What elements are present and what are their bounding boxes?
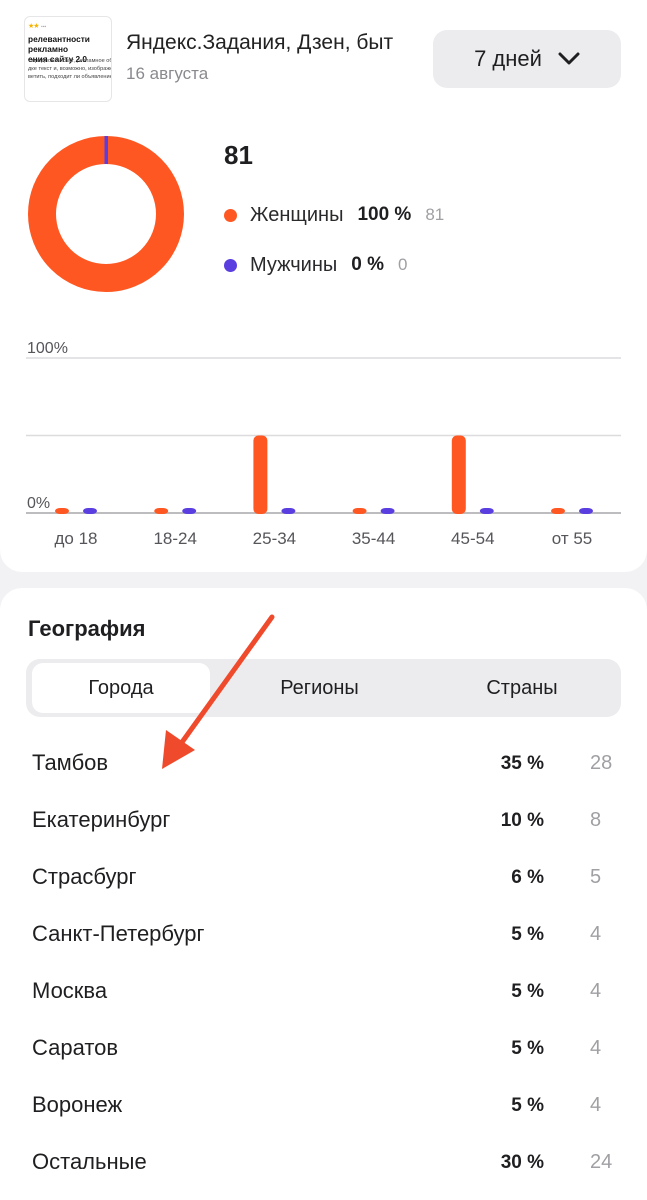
women-dot-icon (224, 208, 237, 222)
bar-men (182, 508, 197, 514)
city-row: Екатеринбург 10 % 8 (0, 801, 647, 841)
bar-women (55, 508, 69, 514)
x-tick-label: 45-54 (451, 529, 494, 548)
city-count: 28 (590, 752, 613, 774)
x-tick-label: 18-24 (153, 529, 196, 548)
city-percent: 30 % (500, 1152, 544, 1173)
legend-label: Женщины (250, 203, 344, 226)
city-count: 4 (590, 1037, 602, 1059)
city-name: Остальные (32, 1149, 147, 1174)
period-label: 7 дней (474, 46, 542, 71)
bar-women (154, 508, 169, 514)
city-percent: 35 % (500, 753, 544, 774)
x-tick-label: от 55 (552, 529, 593, 548)
city-row: Остальные 30 % 24 (0, 1143, 647, 1183)
thumbnail-body: т предложен сайт, рекламное объ дке текс… (28, 58, 112, 80)
donut-segment-men (104, 136, 108, 164)
city-count: 5 (590, 866, 602, 888)
legend-label: Мужчины (250, 253, 338, 276)
rating-stars-icon: ★★ (28, 23, 40, 30)
city-row: Саратов 5 % 4 (0, 1029, 647, 1069)
city-name: Тамбов (32, 750, 109, 775)
geography-title: География (28, 616, 146, 641)
legend-row-women: Женщины 100 % 81 (224, 203, 444, 227)
city-count: 24 (590, 1151, 613, 1173)
period-dropdown[interactable]: 7 дней (433, 30, 621, 88)
bar-men (579, 508, 593, 514)
city-name: Екатеринбург (32, 807, 171, 832)
city-count: 8 (590, 809, 602, 831)
task-date: 16 августа (126, 64, 209, 83)
legend-percent: 0 % (351, 254, 385, 275)
y-tick-label: 0% (27, 495, 50, 512)
bar-women (352, 508, 367, 514)
city-count: 4 (590, 923, 602, 945)
tab-regions[interactable]: Регионы (221, 663, 418, 713)
chevron-down-icon (558, 52, 580, 65)
city-percent: 5 % (511, 981, 544, 1002)
tab-countries[interactable]: Страны (424, 663, 620, 713)
donut-segment-women (28, 136, 184, 292)
city-count: 4 (590, 1094, 602, 1116)
legend-count: 81 (425, 205, 445, 224)
city-name: Воронеж (32, 1092, 123, 1117)
city-percent: 10 % (500, 810, 544, 831)
city-name: Санкт-Петербург (32, 921, 205, 946)
x-tick-label: 25-34 (253, 529, 296, 548)
bar-men (281, 508, 296, 514)
bar-men (380, 508, 395, 514)
task-title: Яндекс.Задания, Дзен, быт (126, 31, 394, 54)
city-name: Саратов (32, 1035, 119, 1060)
legend-row-men: Мужчины 0 % 0 (224, 253, 408, 277)
bar-women (551, 508, 565, 514)
bar-women (253, 435, 268, 514)
bar-men (479, 508, 494, 514)
city-percent: 5 % (511, 1038, 544, 1059)
city-name: Страсбург (32, 864, 137, 889)
city-count: 4 (590, 980, 602, 1002)
men-dot-icon (224, 258, 237, 272)
city-row: Москва 5 % 4 (0, 972, 647, 1012)
audience-total: 81 (224, 140, 253, 170)
bar-men (83, 508, 97, 514)
bar-women (451, 435, 466, 514)
city-row: Санкт-Петербург 5 % 4 (0, 915, 647, 955)
city-percent: 6 % (511, 867, 544, 888)
y-tick-label: 100% (27, 340, 68, 357)
rating-meta-icon: ▪▪▪ (41, 24, 47, 30)
city-row: Тамбов 35 % 28 (0, 744, 647, 784)
city-row: Страсбург 6 % 5 (0, 858, 647, 898)
x-tick-label: 35-44 (352, 529, 395, 548)
city-name: Москва (32, 978, 108, 1003)
x-tick-label: до 18 (54, 529, 97, 548)
city-row: Воронеж 5 % 4 (0, 1086, 647, 1126)
tab-cities[interactable]: Города (32, 663, 210, 713)
geography-tabs: Города Регионы Страны (26, 659, 621, 717)
legend-count: 0 (398, 255, 408, 274)
city-percent: 5 % (511, 1095, 544, 1116)
gender-donut-chart (28, 136, 184, 292)
city-percent: 5 % (511, 924, 544, 945)
legend-percent: 100 % (357, 204, 412, 225)
task-thumbnail[interactable]: ★★ ▪▪▪ релевантности рекламно ения сайту… (24, 16, 112, 102)
age-bar-chart: 100% 0%до 18 18-24 25-34 35-44 45-54 от 55 (26, 340, 621, 548)
